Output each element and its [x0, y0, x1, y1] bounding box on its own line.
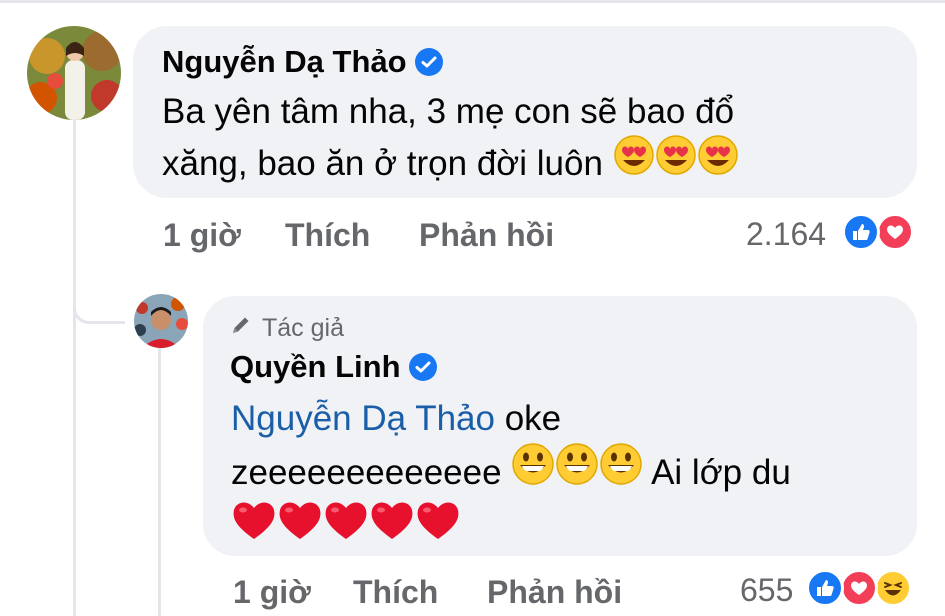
- reply-line-text: zeeeeeeeeeeeee: [231, 453, 502, 492]
- reply-line: zeeeeeeeeeeeee Ai lớp du: [231, 443, 791, 502]
- red-heart-icon: [277, 499, 323, 557]
- pencil-icon: [230, 314, 252, 343]
- author-badge: Tác giả: [230, 314, 344, 343]
- haha-reaction-icon[interactable]: [874, 569, 912, 607]
- like-reaction-icon[interactable]: [806, 569, 844, 607]
- heart-eyes-icon: [613, 134, 655, 191]
- red-heart-icon: [415, 499, 461, 557]
- avatar-quyen-linh[interactable]: [134, 294, 188, 348]
- verified-badge-icon: [414, 48, 443, 76]
- comment-line: Ba yên tâm nha, 3 mẹ con sẽ bao đổ: [162, 92, 735, 131]
- reply-line-text: Ai lớp du: [643, 453, 791, 492]
- love-reaction-icon[interactable]: [876, 213, 914, 251]
- like-reaction-icon[interactable]: [842, 213, 880, 251]
- comment-line-text: xăng, bao ăn ở trọn đời luôn: [162, 144, 603, 183]
- timestamp[interactable]: 1 giờ: [233, 574, 311, 611]
- like-button[interactable]: Thích: [285, 217, 370, 254]
- comment-author[interactable]: Nguyễn Dạ Thảo: [162, 44, 443, 80]
- reply-line-text: oke: [494, 399, 562, 438]
- top-divider: [0, 0, 945, 3]
- grinning-face-icon: [599, 442, 643, 502]
- heart-eyes-icon: [655, 134, 697, 191]
- grinning-face-icon: [511, 442, 555, 502]
- reply-author[interactable]: Quyền Linh: [230, 349, 437, 385]
- red-heart-icon: [369, 499, 415, 557]
- heart-eyes-icon: [697, 134, 739, 191]
- reaction-count[interactable]: 655: [740, 572, 793, 609]
- grinning-face-icon: [555, 442, 599, 502]
- reply-button[interactable]: Phản hồi: [419, 217, 554, 254]
- author-name[interactable]: Quyền Linh: [230, 349, 401, 385]
- mention-link[interactable]: Nguyễn Dạ Thảo: [231, 399, 495, 438]
- thread-line: [73, 322, 76, 616]
- comment-text: Ba yên tâm nha, 3 mẹ con sẽ bao đổ xăng,…: [162, 86, 739, 191]
- reply-text: Nguyễn Dạ Thảo oke zeeeeeeeeeeeee Ai lớp…: [231, 392, 791, 556]
- comment-line: xăng, bao ăn ở trọn đời luôn: [162, 135, 739, 191]
- avatar-nguyen-da-thao[interactable]: [27, 26, 121, 120]
- reply-button[interactable]: Phản hồi: [487, 574, 622, 611]
- verified-badge-icon: [408, 353, 437, 381]
- thread-line: [158, 348, 161, 616]
- red-heart-icon: [231, 499, 277, 557]
- thread-connector: [73, 286, 125, 324]
- reaction-count[interactable]: 2.164: [746, 216, 826, 253]
- reply-line: [231, 499, 791, 557]
- red-heart-icon: [323, 499, 369, 557]
- timestamp[interactable]: 1 giờ: [163, 217, 241, 254]
- reply-line: Nguyễn Dạ Thảo oke: [231, 392, 791, 446]
- love-reaction-icon[interactable]: [840, 569, 878, 607]
- author-badge-label: Tác giả: [262, 314, 344, 342]
- author-name[interactable]: Nguyễn Dạ Thảo: [162, 44, 407, 80]
- like-button[interactable]: Thích: [353, 574, 438, 611]
